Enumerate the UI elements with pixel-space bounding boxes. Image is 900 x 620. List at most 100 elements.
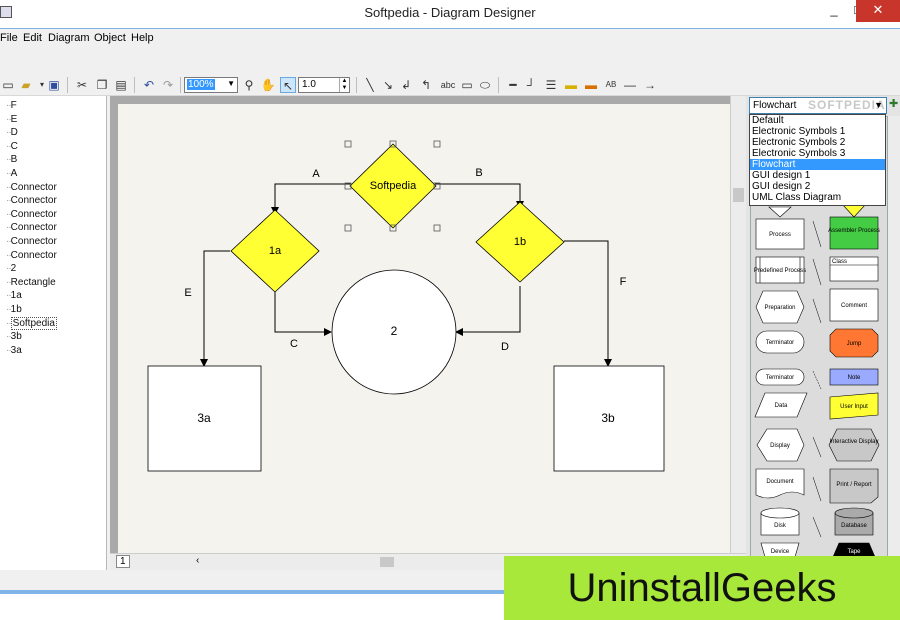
diagram-page[interactable]: Softpedia 1a 1b 2 3a 3b A B C D E F bbox=[118, 104, 738, 570]
shape-class-label: Class bbox=[832, 259, 847, 265]
tree-item[interactable]: ··Connector bbox=[6, 209, 57, 220]
tree-item-label: Connector bbox=[10, 181, 57, 193]
tree-item[interactable]: ··3a bbox=[6, 345, 22, 356]
library-option[interactable]: GUI design 2 bbox=[750, 181, 885, 192]
tree-item[interactable]: ·· Softpedia bbox=[6, 316, 57, 330]
tree-item-label: 2 bbox=[10, 263, 17, 275]
line-solid-icon[interactable]: — bbox=[622, 77, 638, 93]
connector-icon[interactable]: ↲ bbox=[398, 77, 414, 93]
line-color-icon[interactable]: ▬ bbox=[583, 77, 599, 93]
tree-item[interactable]: ··B bbox=[6, 154, 17, 165]
line-icon[interactable]: ╲ bbox=[362, 77, 378, 93]
tree-item[interactable]: ··Connector bbox=[6, 250, 57, 261]
menu-file[interactable]: File bbox=[0, 32, 18, 44]
shape-user-input-label: User Input bbox=[840, 404, 868, 410]
tree-item-label: Softpedia bbox=[10, 316, 57, 330]
tree-item[interactable]: ··E bbox=[6, 114, 17, 125]
library-option[interactable]: UML Class Diagram bbox=[750, 192, 885, 203]
library-option[interactable]: Electronic Symbols 1 bbox=[750, 126, 885, 137]
redo-icon[interactable]: ↷ bbox=[160, 77, 176, 93]
cut-icon[interactable]: ✂ bbox=[74, 77, 90, 93]
connector-c bbox=[274, 289, 332, 336]
ellipse-icon[interactable]: ⬭ bbox=[477, 77, 493, 93]
fill-color-icon[interactable]: ▬ bbox=[563, 77, 579, 93]
tree-item[interactable]: ··D bbox=[6, 127, 18, 138]
tree-item-label: D bbox=[10, 127, 18, 139]
library-dropdown-list[interactable]: Default Electronic Symbols 1 Electronic Sy… bbox=[749, 114, 886, 206]
tree-item-label: 1a bbox=[10, 290, 22, 302]
zoom-icon[interactable]: ⚲ bbox=[241, 77, 257, 93]
line-width-input[interactable]: 1.0 ▲ ▼ bbox=[298, 77, 350, 93]
connector-c-label: C bbox=[290, 338, 298, 350]
text-icon[interactable]: abc bbox=[438, 77, 458, 93]
arrow-line-icon[interactable]: ↘ bbox=[380, 77, 396, 93]
library-option[interactable]: Flowchart bbox=[750, 159, 885, 170]
library-option[interactable]: GUI design 1 bbox=[750, 170, 885, 181]
shape-process-label: Process bbox=[769, 232, 791, 238]
tree-item[interactable]: ··Connector bbox=[6, 182, 57, 193]
canvas-vertical-scrollbar[interactable] bbox=[730, 96, 746, 553]
menu-diagram[interactable]: Diagram bbox=[48, 32, 90, 44]
canvas-area[interactable]: Softpedia 1a 1b 2 3a 3b A B C D E F bbox=[110, 96, 746, 570]
tree-item[interactable]: ··1a bbox=[6, 290, 22, 301]
tree-item[interactable]: ··A bbox=[6, 168, 17, 179]
tree-item[interactable]: ··1b bbox=[6, 304, 22, 315]
connector-f-label: F bbox=[620, 276, 627, 288]
connector-b-label: B bbox=[475, 167, 482, 179]
curve-icon[interactable]: ↰ bbox=[418, 77, 434, 93]
pan-icon[interactable]: ✋ bbox=[260, 77, 276, 93]
menu-help[interactable]: Help bbox=[131, 32, 154, 44]
tree-item-label: B bbox=[10, 154, 18, 166]
zoom-select[interactable]: 100% ▼ bbox=[184, 77, 238, 93]
tree-item-label: Connector bbox=[10, 208, 57, 220]
menu-edit[interactable]: Edit bbox=[23, 32, 42, 44]
tree-item[interactable]: ··C bbox=[6, 141, 18, 152]
close-button[interactable]: ✕ bbox=[856, 0, 900, 22]
paste-icon[interactable]: ▤ bbox=[113, 77, 129, 93]
shape-print-report-label: Print / Report bbox=[836, 482, 872, 488]
connector-f bbox=[564, 240, 612, 367]
new-icon[interactable]: ▭ bbox=[0, 77, 16, 93]
tree-item[interactable]: ··Connector bbox=[6, 195, 57, 206]
font-size-icon[interactable]: AB bbox=[603, 77, 619, 93]
copy-icon[interactable]: ❐ bbox=[94, 77, 110, 93]
tree-connector-line: ·· bbox=[6, 317, 12, 329]
tree-item[interactable]: ··Connector bbox=[6, 222, 57, 233]
tree-item-label: 3b bbox=[10, 331, 22, 343]
open-icon[interactable]: ▰ bbox=[18, 77, 34, 93]
library-option[interactable]: Electronic Symbols 2 bbox=[750, 137, 885, 148]
palette-scrollbar[interactable] bbox=[888, 116, 900, 570]
library-option[interactable]: Electronic Symbols 3 bbox=[750, 148, 885, 159]
add-library-icon[interactable]: ✚ bbox=[889, 97, 900, 111]
align-icon[interactable]: ☰ bbox=[543, 77, 559, 93]
arrow-end-icon[interactable]: → bbox=[642, 77, 658, 93]
undo-icon[interactable]: ↶ bbox=[141, 77, 157, 93]
spinner-icon[interactable]: ▲ ▼ bbox=[339, 78, 349, 92]
shape-terminator-2-label: Terminator bbox=[766, 375, 794, 381]
vertical-scroll-thumb[interactable] bbox=[733, 188, 744, 202]
circle-2-label: 2 bbox=[391, 324, 398, 338]
tree-item[interactable]: ··Rectangle bbox=[6, 277, 56, 288]
shape-interactive-display-label: Interactive Display bbox=[829, 439, 878, 445]
shape-assembler-label: Assembler Process bbox=[828, 228, 880, 234]
save-icon[interactable]: ▣ bbox=[46, 77, 62, 93]
rectangle-icon[interactable]: ▭ bbox=[459, 77, 475, 93]
library-select[interactable]: Flowchart SOFTPEDIA ▼ bbox=[749, 97, 887, 114]
shape-terminator-1-label: Terminator bbox=[766, 340, 794, 346]
object-tree[interactable]: ··F ··E ··D ··C ··B ··A ··Connector ··Connector… bbox=[0, 96, 107, 570]
line-style-icon[interactable]: ━ bbox=[505, 77, 521, 93]
tree-item[interactable]: ··2 bbox=[6, 263, 16, 274]
diamond-softpedia-label: Softpedia bbox=[370, 180, 417, 192]
horizontal-scroll-thumb[interactable] bbox=[380, 557, 394, 567]
select-icon[interactable]: ↖ bbox=[280, 77, 296, 93]
menu-object[interactable]: Object bbox=[94, 32, 126, 44]
library-option[interactable]: Default bbox=[750, 115, 885, 126]
tree-item[interactable]: ··3b bbox=[6, 331, 22, 342]
tree-item-label: F bbox=[10, 100, 17, 111]
tree-item[interactable]: ··F bbox=[6, 100, 17, 111]
brand-watermark: UninstallGeeks bbox=[504, 556, 900, 620]
tree-item[interactable]: ··Connector bbox=[6, 236, 57, 247]
scroll-left-icon[interactable]: ‹ bbox=[196, 555, 199, 566]
line-end-icon[interactable]: ┘ bbox=[523, 77, 539, 93]
page-tab[interactable]: 1 bbox=[116, 555, 130, 568]
